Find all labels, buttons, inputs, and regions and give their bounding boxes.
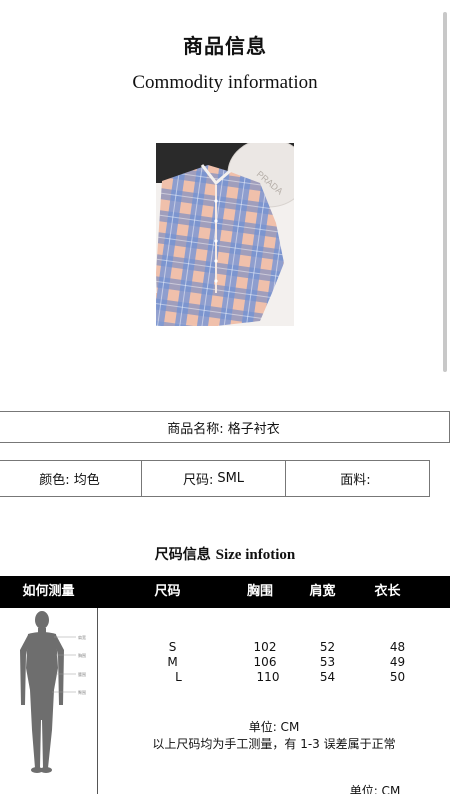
measurement-note: 以上尺码均为手工测量，有 1-3 误差属于正常 bbox=[152, 737, 396, 751]
attribute-value: 均色 bbox=[73, 473, 100, 488]
scrollbar[interactable] bbox=[443, 12, 447, 372]
body-measurement-figure-icon: 肩宽 胸围 腰围 臀围 bbox=[8, 610, 93, 775]
header-length: 衣长 bbox=[374, 584, 401, 599]
attribute-label: 面料: bbox=[340, 473, 371, 488]
table-row: M 106 53 49 bbox=[0, 655, 450, 670]
attribute-value: SML bbox=[217, 471, 245, 486]
attribute-color: 颜色: 均色 bbox=[0, 461, 142, 496]
cell-shoulder: 52 bbox=[319, 640, 336, 654]
cell-size: L bbox=[175, 670, 182, 684]
table-row: S 102 52 48 bbox=[0, 640, 450, 655]
attribute-size: 尺码: SML bbox=[142, 461, 286, 496]
cell-length: 48 bbox=[389, 640, 406, 654]
header-how-to-measure: 如何测量 bbox=[22, 584, 75, 599]
cell-shoulder: 54 bbox=[319, 670, 336, 684]
size-title-cn: 尺码信息 bbox=[154, 547, 211, 563]
cell-size: S bbox=[168, 640, 177, 654]
size-info-title: 尺码信息 Size infotion bbox=[0, 544, 450, 564]
cell-chest: 102 bbox=[253, 640, 277, 654]
table-row: L 110 54 50 bbox=[0, 670, 450, 685]
header-size: 尺码 bbox=[154, 584, 181, 599]
product-name-value: 格子衬衣 bbox=[227, 421, 280, 437]
cell-chest: 110 bbox=[256, 670, 280, 684]
unit-label-bottom: 单位: CM bbox=[349, 784, 401, 794]
size-title-en: Size infotion bbox=[215, 547, 296, 563]
unit-label: 单位: CM bbox=[248, 720, 300, 734]
page-title: 商品信息 bbox=[183, 34, 267, 58]
size-table-header: 如何测量 尺码 胸围 肩宽 衣长 bbox=[0, 576, 450, 608]
cell-chest: 106 bbox=[253, 655, 277, 669]
attribute-label: 颜色: bbox=[39, 473, 70, 488]
table-divider bbox=[97, 608, 98, 794]
cell-length: 49 bbox=[389, 655, 406, 669]
cell-size: M bbox=[167, 655, 178, 669]
product-name-label: 商品名称: bbox=[167, 421, 224, 437]
size-table-body: S 102 52 48 M 106 53 49 L 110 54 50 bbox=[0, 640, 450, 685]
attribute-fabric: 面料: bbox=[286, 461, 429, 496]
header-shoulder: 肩宽 bbox=[309, 584, 336, 599]
cell-length: 50 bbox=[389, 670, 406, 684]
attributes-row: 颜色: 均色 尺码: SML 面料: bbox=[0, 460, 430, 497]
attribute-label: 尺码: bbox=[182, 473, 214, 488]
header-chest: 胸围 bbox=[246, 584, 273, 599]
svg-text:臀围: 臀围 bbox=[78, 689, 86, 695]
page-subtitle: Commodity information bbox=[132, 72, 318, 93]
product-name-box: 商品名称: 格子衬衣 bbox=[0, 411, 450, 443]
product-photo: PRADA bbox=[156, 143, 294, 326]
cell-shoulder: 53 bbox=[319, 655, 336, 669]
